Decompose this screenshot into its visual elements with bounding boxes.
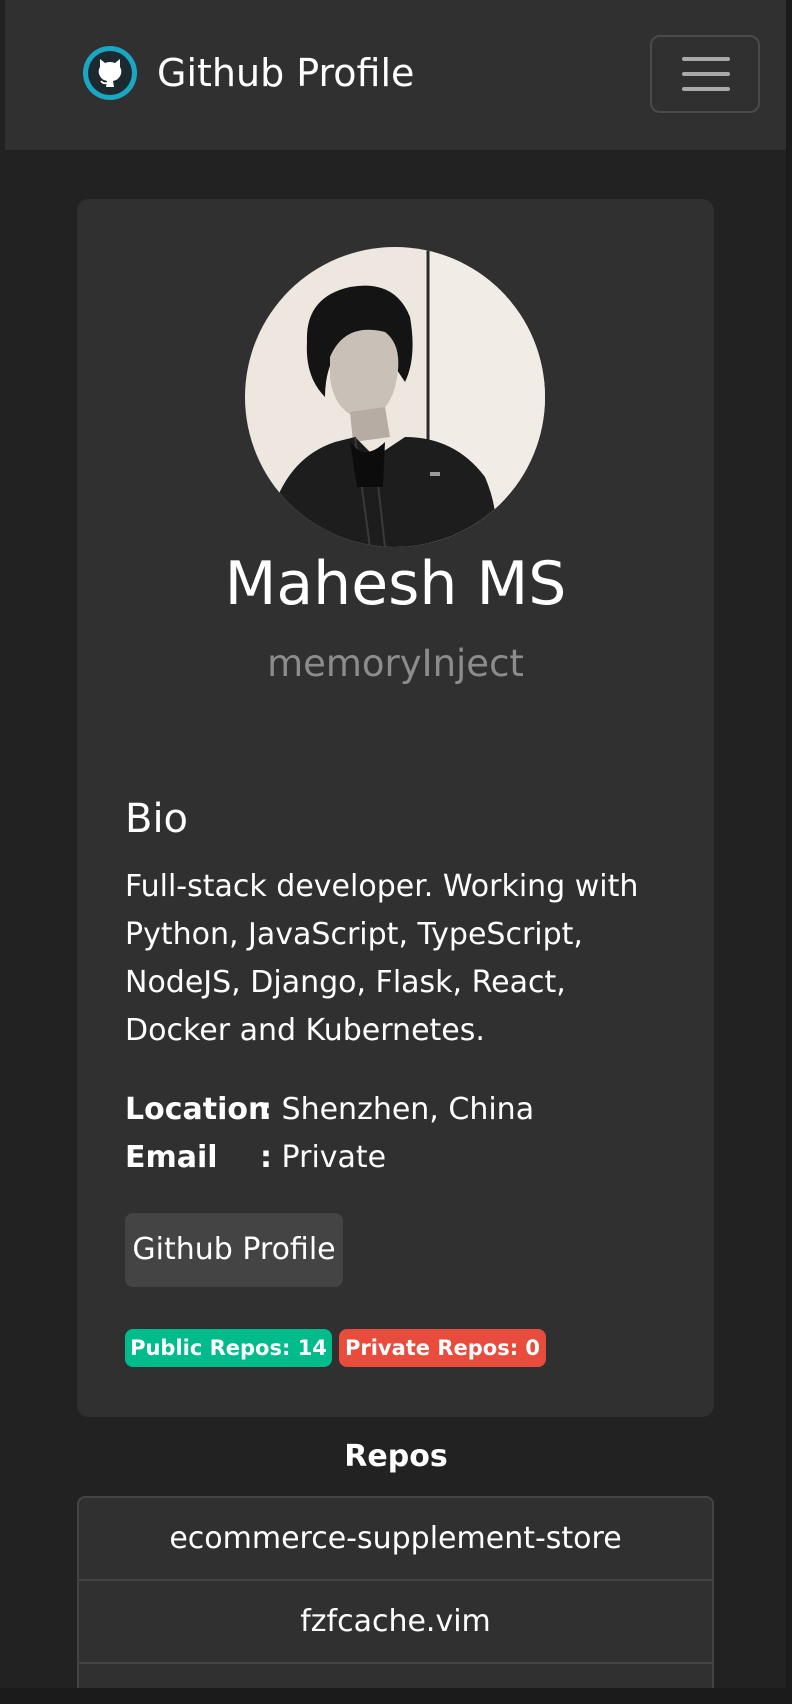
email-value: Private	[281, 1140, 387, 1175]
repo-item[interactable]: fzfcache.vim	[79, 1581, 712, 1664]
github-profile-button[interactable]: Github Profile	[125, 1213, 343, 1287]
location-value: Shenzhen, China	[281, 1092, 535, 1127]
repo-list: ecommerce-supplement-store fzfcache.vim	[77, 1496, 714, 1692]
hamburger-menu-icon	[682, 72, 730, 76]
menu-toggle-button[interactable]	[650, 35, 760, 113]
brand-title[interactable]: Github Profile	[157, 48, 414, 98]
private-repos-badge: Private Repos: 0	[339, 1329, 546, 1367]
bio-text: Full-stack developer. Working with Pytho…	[125, 869, 639, 1048]
profile-name: Mahesh MS	[224, 549, 567, 619]
hamburger-menu-icon	[682, 87, 730, 91]
repo-item[interactable]: ecommerce-supplement-store	[79, 1498, 712, 1581]
profile-card: Mahesh MS memoryInject Bio Full-stack de…	[77, 199, 714, 1417]
repos-heading: Repos	[344, 1439, 448, 1474]
location-separator: :	[260, 1092, 272, 1127]
avatar	[245, 247, 545, 547]
bio-heading: Bio	[125, 796, 189, 842]
public-repos-badge: Public Repos: 14	[125, 1329, 332, 1367]
location-label: Location	[125, 1092, 270, 1127]
email-separator: :	[260, 1140, 272, 1175]
email-row: Email: Private	[125, 1134, 386, 1182]
profile-username: memoryInject	[267, 642, 524, 685]
navbar: Github Profile	[5, 0, 786, 150]
location-row: Location: Shenzhen, China	[125, 1086, 534, 1134]
page-edge	[786, 0, 792, 1704]
github-octocat-icon[interactable]	[82, 45, 138, 101]
page-edge	[0, 1688, 792, 1704]
page: Github Profile Mahesh MS memoryInject Bi…	[0, 0, 792, 1704]
hamburger-menu-icon	[682, 57, 730, 61]
email-label: Email	[125, 1140, 218, 1175]
